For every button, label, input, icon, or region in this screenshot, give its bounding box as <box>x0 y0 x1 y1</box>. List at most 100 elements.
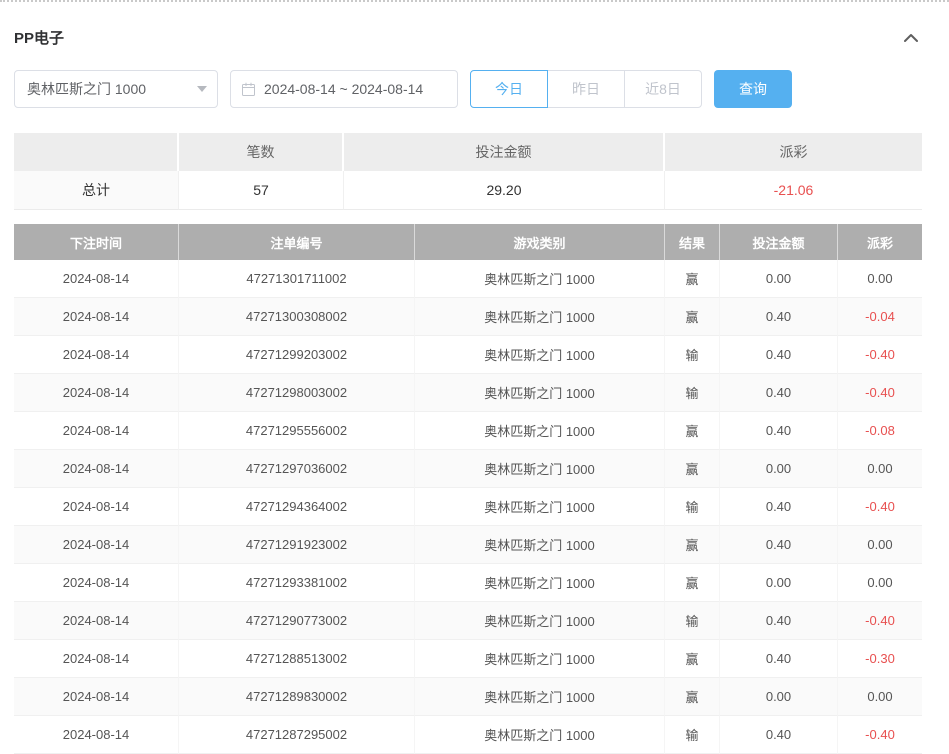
table-row: 2024-08-1447271293381002奥林匹斯之门 1000赢0.00… <box>14 564 922 602</box>
table-cell: 2024-08-14 <box>14 488 179 526</box>
table-row: 2024-08-1447271291923002奥林匹斯之门 1000赢0.40… <box>14 526 922 564</box>
column-header-bet-amount: 投注金额 <box>720 224 838 260</box>
table-row: 2024-08-1447271287295002奥林匹斯之门 1000输0.40… <box>14 716 922 754</box>
table-cell: 奥林匹斯之门 1000 <box>415 678 665 716</box>
column-header-order-number: 注单编号 <box>179 224 415 260</box>
table-cell: 输 <box>665 716 720 754</box>
summary-total-label: 总计 <box>14 171 179 210</box>
table-cell: 0.40 <box>720 640 838 678</box>
table-cell: -0.40 <box>838 488 922 526</box>
table-cell: 输 <box>665 374 720 412</box>
table-row: 2024-08-1447271294364002奥林匹斯之门 1000输0.40… <box>14 488 922 526</box>
table-cell: 赢 <box>665 260 720 298</box>
summary-header-empty <box>14 133 179 171</box>
table-cell: 47271297036002 <box>179 450 415 488</box>
quick-range-today[interactable]: 今日 <box>470 70 548 108</box>
table-cell: -0.08 <box>838 412 922 450</box>
table-cell: -0.40 <box>838 716 922 754</box>
table-cell: -0.40 <box>838 374 922 412</box>
table-cell: 0.40 <box>720 488 838 526</box>
table-cell: 2024-08-14 <box>14 602 179 640</box>
table-cell: -0.40 <box>838 336 922 374</box>
summary-header-bet-amount: 投注金额 <box>344 133 665 171</box>
table-cell: 47271293381002 <box>179 564 415 602</box>
table-cell: 0.00 <box>838 450 922 488</box>
quick-range-group: 今日 昨日 近8日 <box>470 70 702 108</box>
summary-header-count: 笔数 <box>179 133 344 171</box>
table-cell: 0.00 <box>720 678 838 716</box>
table-cell: 47271291923002 <box>179 526 415 564</box>
quick-range-yesterday[interactable]: 昨日 <box>547 70 625 108</box>
table-cell: 47271288513002 <box>179 640 415 678</box>
table-cell: 0.40 <box>720 336 838 374</box>
search-button[interactable]: 查询 <box>714 70 792 108</box>
quick-range-last-8-days[interactable]: 近8日 <box>624 70 702 108</box>
table-row: 2024-08-1447271289830002奥林匹斯之门 1000赢0.00… <box>14 678 922 716</box>
table-cell: 赢 <box>665 450 720 488</box>
table-row: 2024-08-1447271297036002奥林匹斯之门 1000赢0.00… <box>14 450 922 488</box>
table-cell: 2024-08-14 <box>14 412 179 450</box>
section-title: PP电子 <box>14 27 64 48</box>
table-cell: 0.00 <box>720 450 838 488</box>
collapse-button[interactable] <box>900 28 922 46</box>
table-cell: 奥林匹斯之门 1000 <box>415 640 665 678</box>
table-cell: 47271295556002 <box>179 412 415 450</box>
table-cell: 0.00 <box>838 526 922 564</box>
table-cell: 47271294364002 <box>179 488 415 526</box>
table-cell: 2024-08-14 <box>14 298 179 336</box>
table-cell: 2024-08-14 <box>14 716 179 754</box>
column-header-result: 结果 <box>665 224 720 260</box>
table-cell: -0.04 <box>838 298 922 336</box>
calendar-icon <box>241 82 256 97</box>
table-cell: 0.00 <box>720 260 838 298</box>
table-cell: 奥林匹斯之门 1000 <box>415 298 665 336</box>
table-row: 2024-08-1447271299203002奥林匹斯之门 1000输0.40… <box>14 336 922 374</box>
table-cell: 奥林匹斯之门 1000 <box>415 526 665 564</box>
table-cell: 0.40 <box>720 526 838 564</box>
table-cell: 2024-08-14 <box>14 678 179 716</box>
summary-table: 笔数 投注金额 派彩 总计 57 29.20 -21.06 <box>14 133 922 210</box>
table-cell: 赢 <box>665 640 720 678</box>
column-header-payout: 派彩 <box>838 224 922 260</box>
game-select-value: 奥林匹斯之门 1000 <box>27 79 146 99</box>
table-row: 2024-08-1447271298003002奥林匹斯之门 1000输0.40… <box>14 374 922 412</box>
table-cell: 0.40 <box>720 298 838 336</box>
table-cell: 0.40 <box>720 412 838 450</box>
date-range-picker[interactable]: 2024-08-14 ~ 2024-08-14 <box>230 70 458 108</box>
table-cell: -0.40 <box>838 602 922 640</box>
table-cell: 2024-08-14 <box>14 260 179 298</box>
table-cell: 赢 <box>665 298 720 336</box>
section-header: PP电子 <box>14 26 922 48</box>
pp-electronic-section: PP电子 奥林匹斯之门 1000 2024-08-14 ~ 2024-08-14… <box>0 26 949 754</box>
date-range-value: 2024-08-14 ~ 2024-08-14 <box>264 81 423 97</box>
table-cell: 2024-08-14 <box>14 640 179 678</box>
table-cell: 47271289830002 <box>179 678 415 716</box>
column-header-game-type: 游戏类别 <box>415 224 665 260</box>
table-cell: 2024-08-14 <box>14 450 179 488</box>
table-cell: 0.00 <box>838 564 922 602</box>
table-cell: 0.40 <box>720 374 838 412</box>
table-cell: 奥林匹斯之门 1000 <box>415 564 665 602</box>
table-cell: 0.00 <box>838 260 922 298</box>
summary-header-payout: 派彩 <box>665 133 922 171</box>
table-cell: 0.00 <box>838 678 922 716</box>
table-cell: 0.40 <box>720 602 838 640</box>
table-cell: 输 <box>665 488 720 526</box>
top-divider <box>0 0 949 2</box>
bet-table-header-row: 下注时间 注单编号 游戏类别 结果 投注金额 派彩 <box>14 224 922 260</box>
table-cell: 奥林匹斯之门 1000 <box>415 260 665 298</box>
table-cell: 奥林匹斯之门 1000 <box>415 374 665 412</box>
table-cell: 输 <box>665 336 720 374</box>
table-row: 2024-08-1447271290773002奥林匹斯之门 1000输0.40… <box>14 602 922 640</box>
chevron-up-icon <box>904 33 918 42</box>
table-cell: 奥林匹斯之门 1000 <box>415 450 665 488</box>
table-cell: 赢 <box>665 412 720 450</box>
table-cell: 奥林匹斯之门 1000 <box>415 336 665 374</box>
summary-count-value: 57 <box>179 171 344 210</box>
column-header-bet-time: 下注时间 <box>14 224 179 260</box>
table-cell: 47271290773002 <box>179 602 415 640</box>
table-cell: 47271287295002 <box>179 716 415 754</box>
filter-row: 奥林匹斯之门 1000 2024-08-14 ~ 2024-08-14 今日 昨… <box>14 70 922 108</box>
game-select[interactable]: 奥林匹斯之门 1000 <box>14 70 218 108</box>
table-cell: 0.00 <box>720 564 838 602</box>
